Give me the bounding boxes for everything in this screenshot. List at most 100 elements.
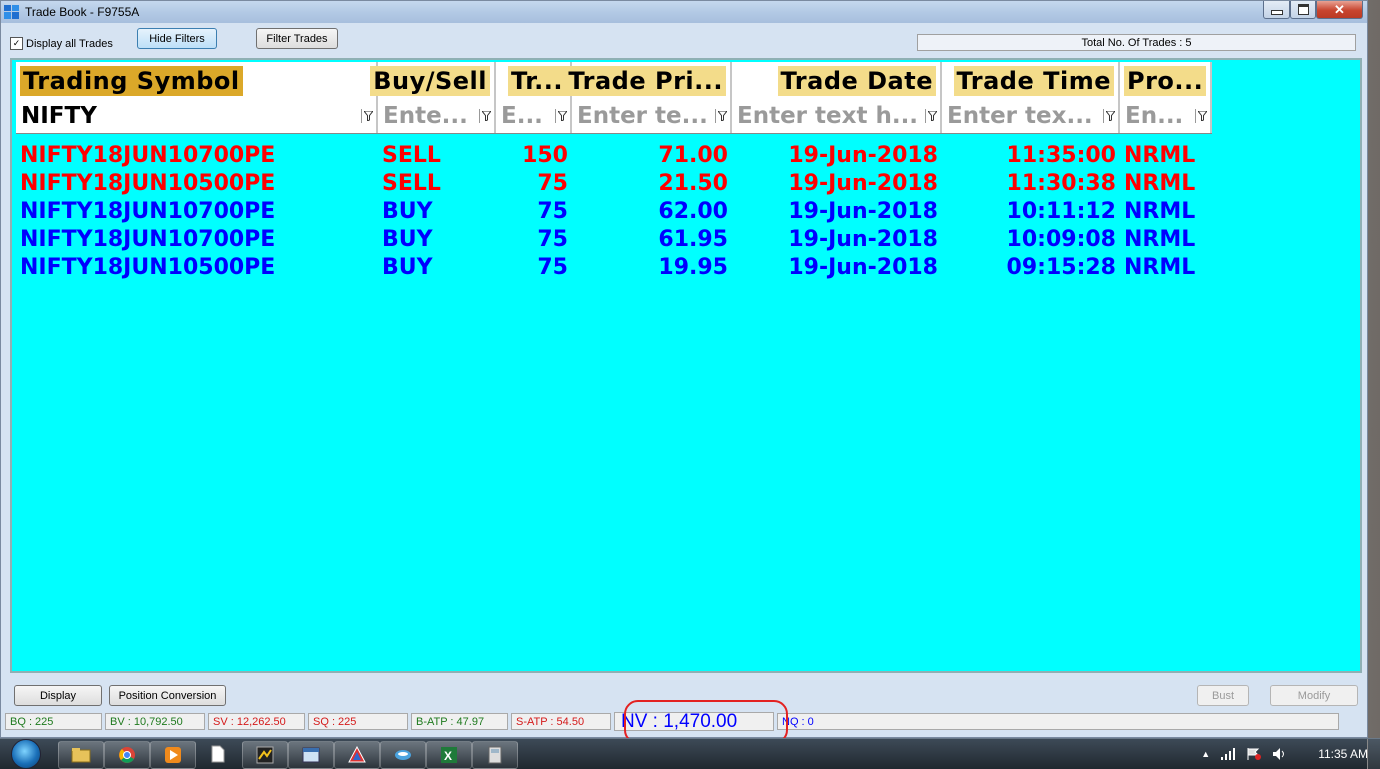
taskbar-media-player[interactable] <box>150 741 196 769</box>
cell-side: SELL <box>382 142 441 168</box>
svg-text:X: X <box>444 749 452 763</box>
table-row[interactable]: NIFTY18JUN10700PE SELL 150 71.00 19-Jun-… <box>16 141 1212 169</box>
cell-price: 62.00 <box>658 198 728 224</box>
filter-funnel-icon[interactable] <box>361 109 374 123</box>
app-icon <box>348 746 366 763</box>
show-desktop-button[interactable] <box>1367 739 1380 769</box>
status-nv: NV : 1,470.00 <box>614 711 774 732</box>
header-label: Trade Time <box>953 65 1114 96</box>
filter-funnel-icon[interactable] <box>1195 109 1208 123</box>
display-all-label: Display all Trades <box>26 37 113 50</box>
filter-funnel-icon[interactable] <box>555 109 568 123</box>
cell-product: NRML <box>1124 170 1196 196</box>
cell-qty: 150 <box>522 142 568 168</box>
status-bv: BV : 10,792.50 <box>105 713 205 730</box>
header-trade-price[interactable]: Trade Pri... <box>565 62 732 99</box>
bust-button[interactable]: Bust <box>1197 685 1249 706</box>
cell-time: 11:30:38 <box>1006 170 1116 196</box>
taskbar-calculator[interactable] <box>472 741 518 769</box>
header-trade-time[interactable]: Trade Time <box>942 62 1120 99</box>
cell-side: SELL <box>382 170 441 196</box>
start-button[interactable] <box>2 739 50 769</box>
window-title: Trade Book - F9755A <box>25 5 140 19</box>
cell-side: BUY <box>382 226 433 252</box>
table-row[interactable]: NIFTY18JUN10700PE BUY 75 61.95 19-Jun-20… <box>16 225 1212 253</box>
status-bar: BQ : 225 BV : 10,792.50 SV : 12,262.50 S… <box>5 711 1342 732</box>
cell-date: 19-Jun-2018 <box>788 198 938 224</box>
cell-symbol: NIFTY18JUN10700PE <box>20 226 276 252</box>
header-product[interactable]: Pro... <box>1120 62 1212 99</box>
taskbar-app-1[interactable] <box>334 741 380 769</box>
filter-product[interactable]: En... <box>1120 99 1212 133</box>
filter-trade-time[interactable]: Enter tex... <box>942 99 1120 133</box>
header-label: Tr... <box>508 65 566 96</box>
taskbar-clock[interactable]: 11:35 AM <box>1318 747 1368 761</box>
filter-trade-date[interactable]: Enter text h... <box>732 99 942 133</box>
cell-price: 61.95 <box>658 226 728 252</box>
cell-product: NRML <box>1124 142 1196 168</box>
cell-date: 19-Jun-2018 <box>788 142 938 168</box>
header-label: Trading Symbol <box>20 65 243 96</box>
taskbar-app-2[interactable] <box>380 741 426 769</box>
status-s-atp: S-ATP : 54.50 <box>511 713 611 730</box>
position-conversion-button[interactable]: Position Conversion <box>109 685 226 706</box>
trade-grid[interactable]: Trading Symbol Buy/Sell Tr... Trade Pri.… <box>10 58 1362 673</box>
display-all-trades-option[interactable]: ✓ Display all Trades <box>10 37 113 50</box>
close-button[interactable]: ✕ <box>1316 1 1363 19</box>
network-signal-icon[interactable] <box>1220 747 1236 761</box>
maximize-icon <box>1297 4 1309 15</box>
filter-funnel-icon[interactable] <box>479 109 492 123</box>
maximize-button[interactable] <box>1290 1 1316 19</box>
taskbar-document[interactable] <box>196 741 240 767</box>
header-label: Pro... <box>1124 65 1207 96</box>
cell-side: BUY <box>382 254 433 280</box>
cell-time: 11:35:00 <box>1006 142 1116 168</box>
cell-qty: 75 <box>537 254 568 280</box>
trade-book-window: Trade Book - F9755A ✕ ✓ Display all Trad… <box>0 0 1368 738</box>
cell-product: NRML <box>1124 226 1196 252</box>
table-row[interactable]: NIFTY18JUN10500PE SELL 75 21.50 19-Jun-2… <box>16 169 1212 197</box>
filter-funnel-icon[interactable] <box>925 109 938 123</box>
filter-trades-button[interactable]: Filter Trades <box>256 28 338 49</box>
header-buy-sell[interactable]: Buy/Sell <box>370 62 496 99</box>
header-trade-qty[interactable]: Tr... <box>496 62 572 99</box>
show-hidden-icons-icon[interactable]: ▲ <box>1201 749 1210 759</box>
taskbar-excel[interactable]: X <box>426 741 472 769</box>
display-button[interactable]: Display <box>14 685 102 706</box>
cell-price: 71.00 <box>658 142 728 168</box>
cell-product: NRML <box>1124 254 1196 280</box>
filter-buy-sell[interactable]: Ente... <box>378 99 496 133</box>
windows-logo-icon <box>11 739 41 769</box>
taskbar-trading-app[interactable] <box>242 741 288 769</box>
modify-button[interactable]: Modify <box>1270 685 1358 706</box>
volume-icon[interactable] <box>1272 747 1288 761</box>
filter-funnel-icon[interactable] <box>1103 109 1116 123</box>
minimize-button[interactable] <box>1263 1 1290 19</box>
filter-trade-qty[interactable]: E... <box>496 99 572 133</box>
cell-symbol: NIFTY18JUN10500PE <box>20 254 276 280</box>
display-all-checkbox[interactable]: ✓ <box>10 37 23 50</box>
cell-symbol: NIFTY18JUN10500PE <box>20 170 276 196</box>
action-center-flag-icon[interactable] <box>1246 747 1262 761</box>
table-row[interactable]: NIFTY18JUN10500PE BUY 75 19.95 19-Jun-20… <box>16 253 1212 281</box>
header-trading-symbol[interactable]: Trading Symbol <box>16 62 378 99</box>
taskbar-window[interactable] <box>288 741 334 769</box>
cell-time: 10:09:08 <box>1006 226 1116 252</box>
hide-filters-button[interactable]: Hide Filters <box>137 28 217 49</box>
trade-rows: NIFTY18JUN10700PE SELL 150 71.00 19-Jun-… <box>16 141 1212 281</box>
filter-text: E... <box>501 103 543 129</box>
close-icon: ✕ <box>1334 1 1345 17</box>
grid-header-row: Trading Symbol Buy/Sell Tr... Trade Pri.… <box>16 62 1212 99</box>
table-row[interactable]: NIFTY18JUN10700PE BUY 75 62.00 19-Jun-20… <box>16 197 1212 225</box>
app-puzzle-icon <box>4 5 19 19</box>
filter-trade-price[interactable]: Enter te... <box>572 99 732 133</box>
chrome-icon <box>119 747 135 763</box>
status-b-atp: B-ATP : 47.97 <box>411 713 508 730</box>
filter-funnel-icon[interactable] <box>715 109 728 123</box>
title-bar[interactable]: Trade Book - F9755A ✕ <box>1 1 1367 23</box>
filter-trading-symbol[interactable]: NIFTY <box>16 99 378 133</box>
header-trade-date[interactable]: Trade Date <box>732 62 942 99</box>
taskbar: X ▲ 11:35 AM <box>0 738 1380 769</box>
taskbar-explorer[interactable] <box>58 741 104 769</box>
taskbar-chrome[interactable] <box>104 741 150 769</box>
